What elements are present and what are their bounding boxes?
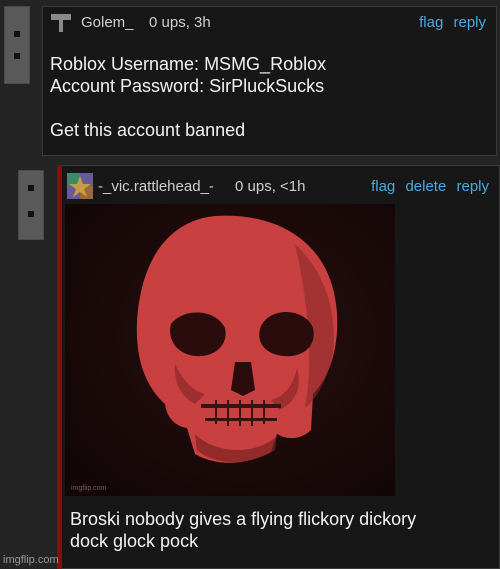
- ups-count: 0 ups, 3h: [149, 14, 211, 31]
- username-link[interactable]: -_vic.rattlehead_-: [98, 178, 214, 195]
- upvote-button[interactable]: [14, 31, 20, 37]
- comment-actions: flag reply: [413, 14, 486, 31]
- avatar: [67, 173, 93, 199]
- reply-link[interactable]: reply: [456, 178, 489, 195]
- site-watermark: imgflip.com: [3, 554, 59, 566]
- reply-comment: -_vic.rattlehead_- 0 ups, <1h flag delet…: [62, 165, 500, 569]
- username-link[interactable]: Golem_: [81, 14, 134, 31]
- upvote-button[interactable]: [28, 185, 34, 191]
- comment: Golem_ 0 ups, 3h flag reply Roblox Usern…: [42, 6, 497, 156]
- vote-column: [18, 170, 44, 240]
- ups-count: 0 ups, <1h: [235, 178, 306, 195]
- comment-text: Roblox Username: MSMG_Roblox Account Pas…: [50, 54, 327, 140]
- reply-link[interactable]: reply: [453, 14, 486, 31]
- delete-link[interactable]: delete: [405, 178, 446, 195]
- downvote-button[interactable]: [14, 53, 20, 59]
- image-watermark: imgflip.com: [71, 485, 107, 492]
- skull-image[interactable]: imgflip.com: [65, 204, 395, 496]
- vote-column: [4, 6, 30, 84]
- downvote-button[interactable]: [28, 211, 34, 217]
- flag-link[interactable]: flag: [419, 14, 443, 31]
- hammer-icon: [51, 12, 73, 32]
- comment-meta: Golem_ 0 ups, 3h flag reply: [43, 7, 496, 37]
- comment-text: Broski nobody gives a flying flickory di…: [70, 509, 417, 551]
- comment-actions: flag delete reply: [365, 178, 489, 195]
- comment-meta: -_vic.rattlehead_- 0 ups, <1h flag delet…: [62, 172, 499, 202]
- flag-link[interactable]: flag: [371, 178, 395, 195]
